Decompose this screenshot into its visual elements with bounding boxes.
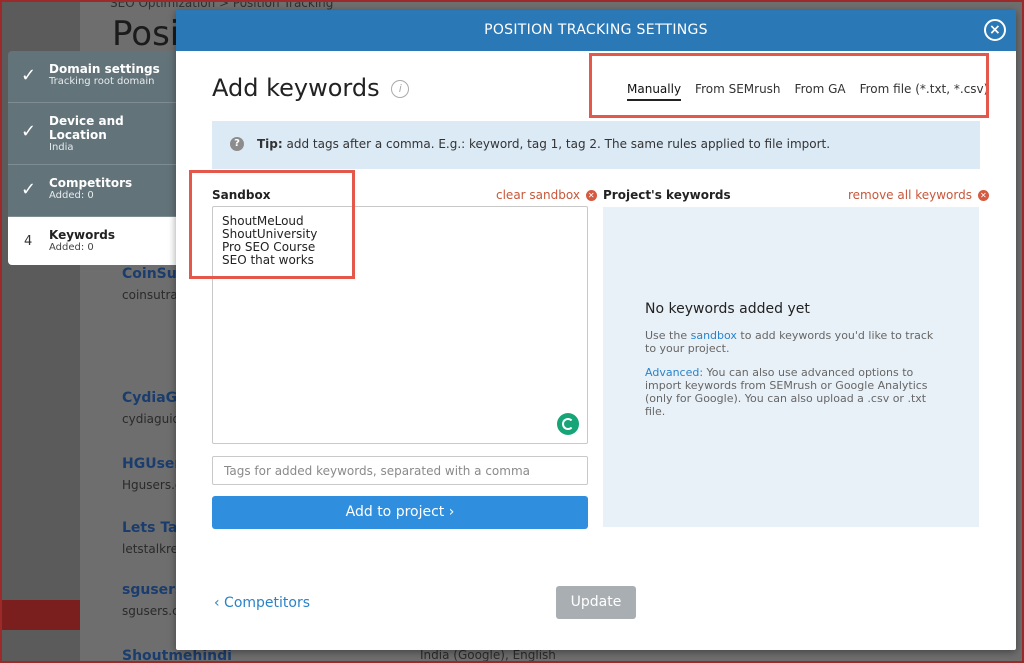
step-subtitle: Added: 0	[49, 242, 94, 253]
site-name[interactable]: sgusers	[122, 582, 183, 598]
advanced-link[interactable]: Advanced:	[645, 366, 703, 379]
tags-input[interactable]	[212, 456, 588, 485]
heading-text: Add keywords	[212, 74, 380, 102]
site-name[interactable]: HGUser	[122, 456, 181, 472]
remove-all-label: remove all keywords	[848, 188, 972, 202]
site-url: cydiaguid	[122, 412, 181, 426]
site-url: letstalkre	[122, 542, 179, 556]
site-name[interactable]: Shoutmehindi	[122, 648, 232, 663]
checkmark-icon: ✓	[21, 179, 37, 200]
step-competitors[interactable]: ✓ Competitors Added: 0	[8, 165, 178, 217]
step-title: Competitors	[49, 176, 133, 190]
site-url: Hgusers.c	[122, 478, 182, 492]
dialog-header: POSITION TRACKING SETTINGS ×	[176, 10, 1016, 51]
position-tracking-settings-dialog: POSITION TRACKING SETTINGS × Add keyword…	[176, 10, 1016, 650]
tip-label: Tip:	[257, 137, 283, 151]
step-subtitle: Tracking root domain	[49, 76, 155, 87]
clear-sandbox-label: clear sandbox	[496, 188, 580, 202]
empty-state-title: No keywords added yet	[645, 301, 810, 317]
step-device-location[interactable]: ✓ Device and Location India	[8, 103, 178, 165]
tip-banner: ? Tip: add tags after a comma. E.g.: key…	[212, 121, 980, 169]
dialog-title: POSITION TRACKING SETTINGS	[484, 22, 708, 38]
checkmark-icon: ✓	[21, 121, 37, 142]
section-heading: Add keywords i	[212, 74, 410, 102]
text-fragment: Use the	[645, 329, 691, 342]
empty-state-advanced-text: Advanced: You can also use advanced opti…	[645, 366, 945, 418]
info-icon[interactable]: i	[391, 80, 410, 98]
step-title: Domain settings	[49, 62, 160, 76]
update-button[interactable]: Update	[556, 586, 636, 619]
tip-text: add tags after a comma. E.g.: keyword, t…	[282, 137, 831, 151]
step-keywords[interactable]: 4 Keywords Added: 0	[8, 217, 178, 265]
empty-state-text: Use the sandbox to add keywords you'd li…	[645, 329, 945, 355]
highlight-box	[189, 170, 355, 279]
close-icon: ✕	[585, 190, 597, 201]
remove-all-keywords-link[interactable]: remove all keywords ✕	[848, 188, 989, 202]
site-name[interactable]: Lets Tal	[122, 520, 182, 536]
back-to-competitors-link[interactable]: ‹ Competitors	[214, 595, 310, 611]
site-name[interactable]: CoinSut	[122, 266, 183, 282]
setup-steps: ✓ Domain settings Tracking root domain ✓…	[8, 51, 178, 265]
site-url: coinsutra	[122, 288, 178, 302]
step-number: 4	[24, 234, 33, 249]
site-location: India (Google), English	[420, 648, 556, 662]
step-subtitle: India	[49, 142, 74, 153]
grammarly-icon[interactable]	[557, 413, 579, 435]
close-icon[interactable]: ×	[984, 19, 1006, 41]
background-sidebar-active-item	[0, 600, 80, 630]
checkmark-icon: ✓	[21, 65, 37, 86]
sandbox-link[interactable]: sandbox	[691, 329, 737, 342]
breadcrumb: SEO Optimization > Position Tracking	[110, 0, 334, 10]
step-subtitle: Added: 0	[49, 190, 94, 201]
step-title: Device and Location	[49, 114, 124, 142]
step-domain-settings[interactable]: ✓ Domain settings Tracking root domain	[8, 51, 178, 103]
site-url: sgusers.c	[122, 604, 179, 618]
page-title: Posi	[112, 14, 180, 54]
clear-sandbox-link[interactable]: clear sandbox ✕	[496, 188, 597, 202]
question-icon: ?	[230, 137, 244, 151]
project-keywords-label: Project's keywords	[603, 188, 731, 202]
project-keywords-panel: No keywords added yet Use the sandbox to…	[603, 207, 979, 527]
close-icon: ✕	[977, 190, 989, 201]
highlight-box	[589, 53, 989, 118]
step-title: Keywords	[49, 228, 116, 242]
add-to-project-button[interactable]: Add to project ›	[212, 496, 588, 529]
